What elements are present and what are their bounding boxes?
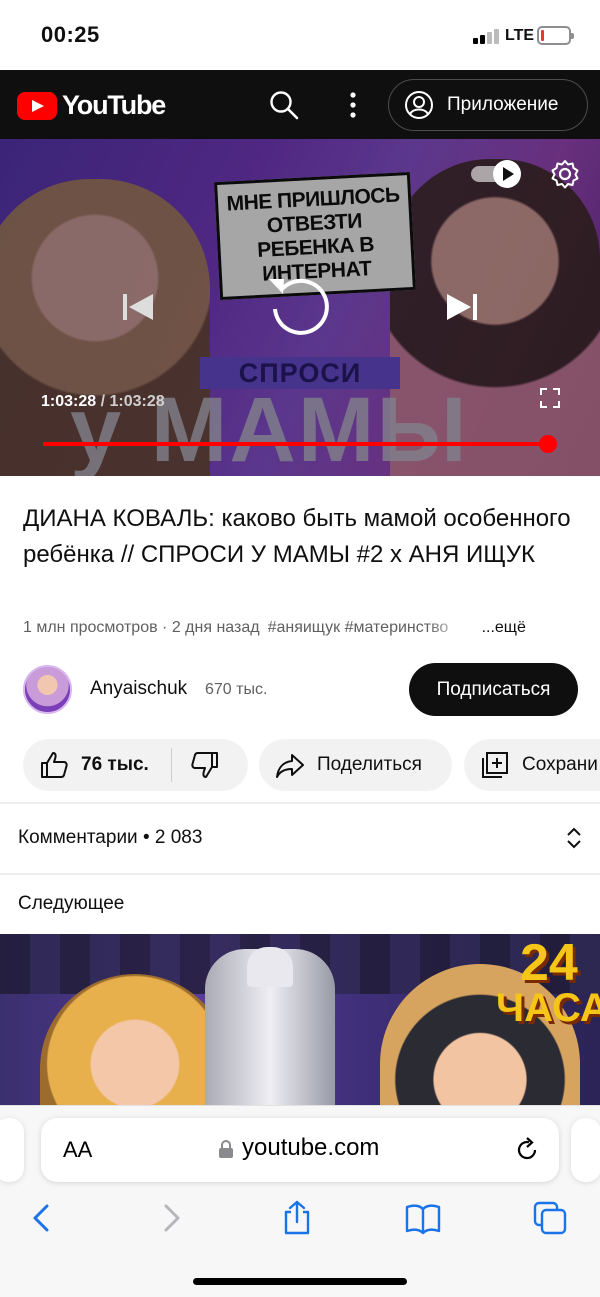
- fullscreen-icon[interactable]: [540, 388, 560, 408]
- account-icon: [405, 91, 433, 119]
- tabs-icon[interactable]: [532, 1200, 568, 1236]
- lock-icon: [219, 1140, 233, 1158]
- back-icon[interactable]: [24, 1200, 60, 1236]
- save-button[interactable]: Сохрани: [464, 739, 600, 791]
- replay-icon[interactable]: [264, 269, 336, 341]
- previous-video-icon[interactable]: [120, 289, 156, 325]
- like-dislike-pill: 76 тыс.: [23, 739, 248, 791]
- network-type: LTE: [505, 27, 535, 44]
- settings-gear-icon[interactable]: [549, 158, 581, 190]
- time-readout: 1:03:28 / 1:03:28: [41, 393, 165, 411]
- url-text[interactable]: youtube.com: [242, 1134, 379, 1162]
- subscribe-button[interactable]: Подписаться: [409, 663, 578, 716]
- home-indicator[interactable]: [193, 1278, 407, 1285]
- channel-name[interactable]: Anyaischuk: [90, 678, 187, 700]
- video-title[interactable]: ДИАНА КОВАЛЬ: каково быть мамой особенно…: [23, 501, 578, 573]
- progress-fill: [43, 442, 548, 446]
- video-meta[interactable]: 1 млн просмотров · 2 дня назад #аняищук …: [23, 619, 578, 637]
- like-count: 76 тыс.: [81, 754, 149, 775]
- bookmarks-icon[interactable]: [405, 1200, 441, 1236]
- share-button[interactable]: Поделиться: [259, 739, 452, 791]
- youtube-play-icon: [17, 91, 57, 120]
- like-divider: [170, 748, 172, 782]
- video-player[interactable]: МНЕ ПРИШЛОСЬ ОТВЕЗТИ РЕБЕНКА В ИНТЕРНАТ …: [0, 139, 600, 476]
- previous-tab-preview[interactable]: [0, 1118, 24, 1182]
- divider: [0, 873, 600, 875]
- comments-section[interactable]: Комментарии • 2 083: [18, 827, 583, 851]
- video-hashtags[interactable]: #аняищук #материнство: [268, 619, 468, 637]
- comments-label: Комментарии • 2 083: [18, 827, 203, 848]
- current-time: 1:03:28: [41, 393, 97, 410]
- like-button[interactable]: 76 тыс.: [23, 739, 149, 791]
- open-app-button[interactable]: Приложение: [388, 79, 588, 131]
- thumbnail-badge-number: 24: [520, 934, 578, 992]
- autoplay-toggle[interactable]: [471, 159, 523, 189]
- next-video-icon[interactable]: [444, 289, 480, 325]
- show-more-link[interactable]: ...ещё: [482, 619, 526, 637]
- save-label: Сохрани: [522, 754, 598, 775]
- thumbs-up-icon: [41, 752, 68, 778]
- views-and-date: 1 млн просмотров · 2 дня назад: [23, 619, 260, 636]
- progress-bar[interactable]: [43, 435, 557, 453]
- share-label: Поделиться: [317, 754, 422, 775]
- youtube-wordmark: YouTube: [62, 90, 166, 120]
- expand-collapse-icon[interactable]: [565, 825, 583, 851]
- divider: [0, 802, 600, 804]
- save-to-playlist-icon: [482, 752, 508, 778]
- youtube-header: YouTube Приложение: [0, 70, 600, 139]
- status-time: 00:25: [41, 22, 100, 47]
- up-next-thumbnail[interactable]: 24 ЧАСА: [0, 934, 600, 1109]
- battery-icon: [537, 26, 574, 45]
- share-icon: [276, 754, 304, 778]
- more-vert-icon[interactable]: [343, 90, 363, 120]
- battery-level: [541, 30, 544, 41]
- time-separator: /: [96, 393, 110, 410]
- progress-scrubber[interactable]: [539, 435, 557, 453]
- baby-bottle-image: [205, 947, 335, 1109]
- share-sheet-icon[interactable]: [279, 1200, 315, 1236]
- forward-icon[interactable]: [153, 1200, 189, 1236]
- video-duration: 1:03:28: [109, 393, 165, 410]
- thumbnail-person-left: [40, 974, 230, 1109]
- reload-icon[interactable]: [513, 1136, 541, 1164]
- channel-avatar[interactable]: [23, 665, 72, 714]
- action-buttons: 76 тыс. Поделиться Сохрани: [23, 739, 600, 791]
- status-bar: 00:25 LTE: [0, 0, 600, 70]
- youtube-logo[interactable]: YouTube: [17, 90, 166, 121]
- subscriber-count: 670 тыс.: [205, 681, 268, 698]
- next-tab-preview[interactable]: [571, 1118, 600, 1182]
- channel-row: Anyaischuk 670 тыс. Подписаться: [23, 663, 578, 717]
- text-size-button[interactable]: AA: [63, 1137, 92, 1163]
- thumbs-down-icon[interactable]: [190, 750, 220, 780]
- open-app-label: Приложение: [447, 94, 559, 115]
- up-next-label: Следующее: [18, 893, 125, 914]
- search-icon[interactable]: [268, 89, 300, 121]
- thumbnail-badge-text: ЧАСА: [496, 986, 600, 1030]
- address-bar[interactable]: AA youtube.com: [41, 1118, 559, 1182]
- cellular-signal-icon: [473, 28, 501, 44]
- safari-toolbar: AA youtube.com: [0, 1105, 600, 1297]
